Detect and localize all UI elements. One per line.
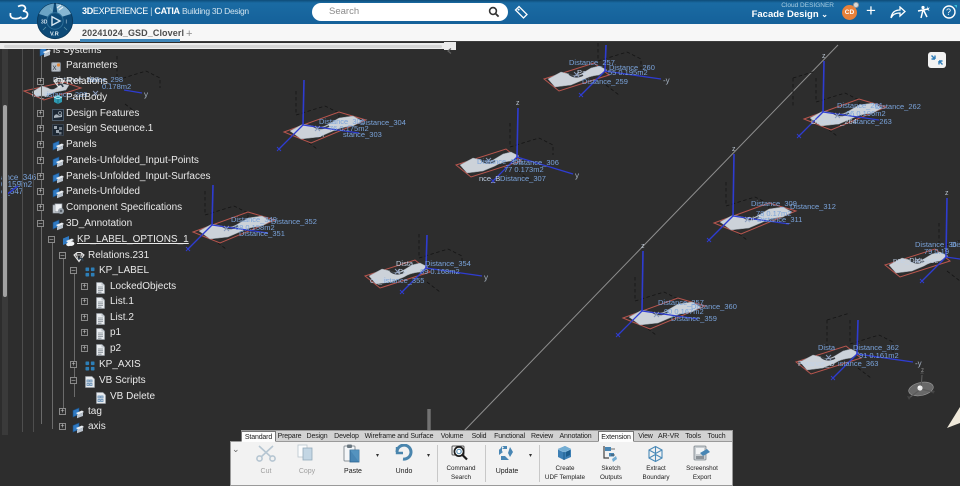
svg-text:stance_263: stance_263 <box>853 117 892 126</box>
svg-text:z: z <box>822 53 826 60</box>
svg-text:Distance_359: Distance_359 <box>671 314 717 323</box>
svg-text:77 0.173m2: 77 0.173m2 <box>504 165 544 174</box>
svg-text:I: I <box>66 20 67 26</box>
svg-text:nce_Distance: nce_Distance <box>893 256 938 265</box>
svg-text:Distance_307: Distance_307 <box>500 174 546 183</box>
svg-text:stance_303: stance_303 <box>343 130 382 139</box>
svg-text:istance_355: istance_355 <box>384 276 424 285</box>
svg-text:y: y <box>484 273 488 282</box>
svg-text:Distance_311: Distance_311 <box>757 215 802 224</box>
svg-text:z: z <box>945 190 949 197</box>
svg-text:79 0.19: 79 0.19 <box>924 247 949 256</box>
svg-text:z: z <box>921 368 924 374</box>
svg-text:Distance_351: Distance_351 <box>239 229 285 238</box>
svg-text:3D: 3D <box>41 20 48 26</box>
svg-text:Pa: Pa <box>577 68 587 77</box>
svg-text:55 0.195m2: 55 0.195m2 <box>608 68 648 77</box>
svg-text:istance_363: istance_363 <box>838 359 878 368</box>
svg-text:y: y <box>144 90 148 99</box>
svg-text:Distance_259: Distance_259 <box>582 77 628 86</box>
svg-text:Pstance_D: Pstance_D <box>798 359 835 368</box>
svg-text:e_347: e_347 <box>1 187 24 196</box>
svg-text:istance_299: istance_299 <box>47 90 87 99</box>
svg-text:Distance_264: Distance_264 <box>811 117 857 126</box>
svg-text:z: z <box>641 243 645 250</box>
svg-text:z: z <box>516 100 520 107</box>
svg-text:Distance_257: Distance_257 <box>569 58 615 67</box>
svg-text:Di: Di <box>317 130 324 139</box>
svg-text:Pa: Pa <box>398 267 408 276</box>
svg-text:Distance_352: Distance_352 <box>271 217 317 226</box>
svg-text:89 0.168m2: 89 0.168m2 <box>420 267 460 276</box>
svg-text:-y: -y <box>915 359 922 368</box>
svg-text:Distance_312: Distance_312 <box>790 202 836 211</box>
svg-text:0.178m2: 0.178m2 <box>102 82 131 91</box>
svg-text:Dist: Dist <box>951 240 960 249</box>
svg-text:?: ? <box>946 7 951 17</box>
svg-text:y: y <box>575 171 579 180</box>
svg-text:nce_B: nce_B <box>479 174 500 183</box>
svg-text:Di: Di <box>747 215 754 224</box>
svg-text:-y: -y <box>663 76 670 85</box>
svg-text:z: z <box>732 146 736 153</box>
svg-text:Dista: Dista <box>818 343 836 352</box>
svg-text:V.R: V.R <box>50 32 59 38</box>
